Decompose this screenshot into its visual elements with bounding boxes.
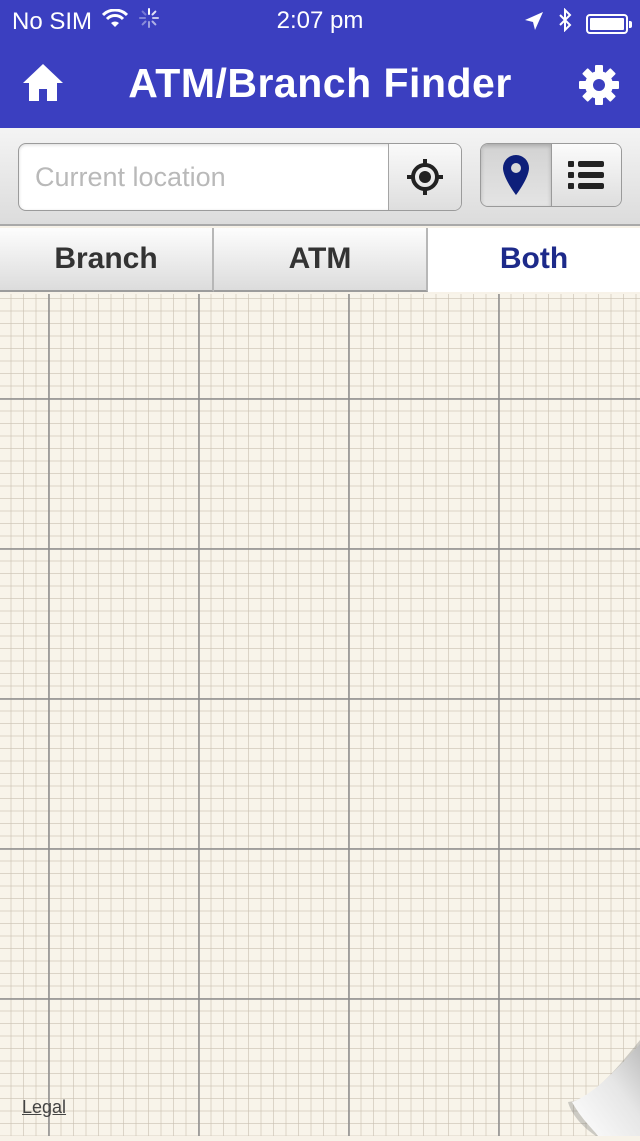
gear-icon [579,65,619,105]
crosshair-icon [407,159,443,195]
search-box [18,143,462,211]
list-icon [568,161,605,189]
tab-both[interactable]: Both [428,228,640,292]
status-right [524,7,632,39]
search-toolbar [0,128,640,226]
page-curl-button[interactable] [568,1040,640,1136]
location-arrow-icon [524,10,544,38]
current-location-button[interactable] [388,144,461,210]
settings-button[interactable] [578,64,620,106]
legal-link[interactable]: Legal [22,1097,66,1118]
tab-atm[interactable]: ATM [214,228,428,292]
page-title: ATM/Branch Finder [128,60,512,106]
page-curl-icon [568,1040,640,1136]
battery-icon [586,13,632,34]
location-search-input[interactable] [19,144,391,210]
map-view[interactable] [0,294,640,1136]
status-bar: No SIM 2:07 pm [0,0,640,40]
bluetooth-icon [558,7,572,39]
header-bar: No SIM 2:07 pm ATM/Branch Finder [0,0,640,128]
map-pin-icon [502,155,529,195]
list-view-button[interactable] [550,144,621,206]
tab-branch[interactable]: Branch [0,228,214,292]
view-mode-toggle [480,143,622,207]
map-view-button[interactable] [481,144,551,206]
location-type-tabs: Branch ATM Both [0,228,640,294]
